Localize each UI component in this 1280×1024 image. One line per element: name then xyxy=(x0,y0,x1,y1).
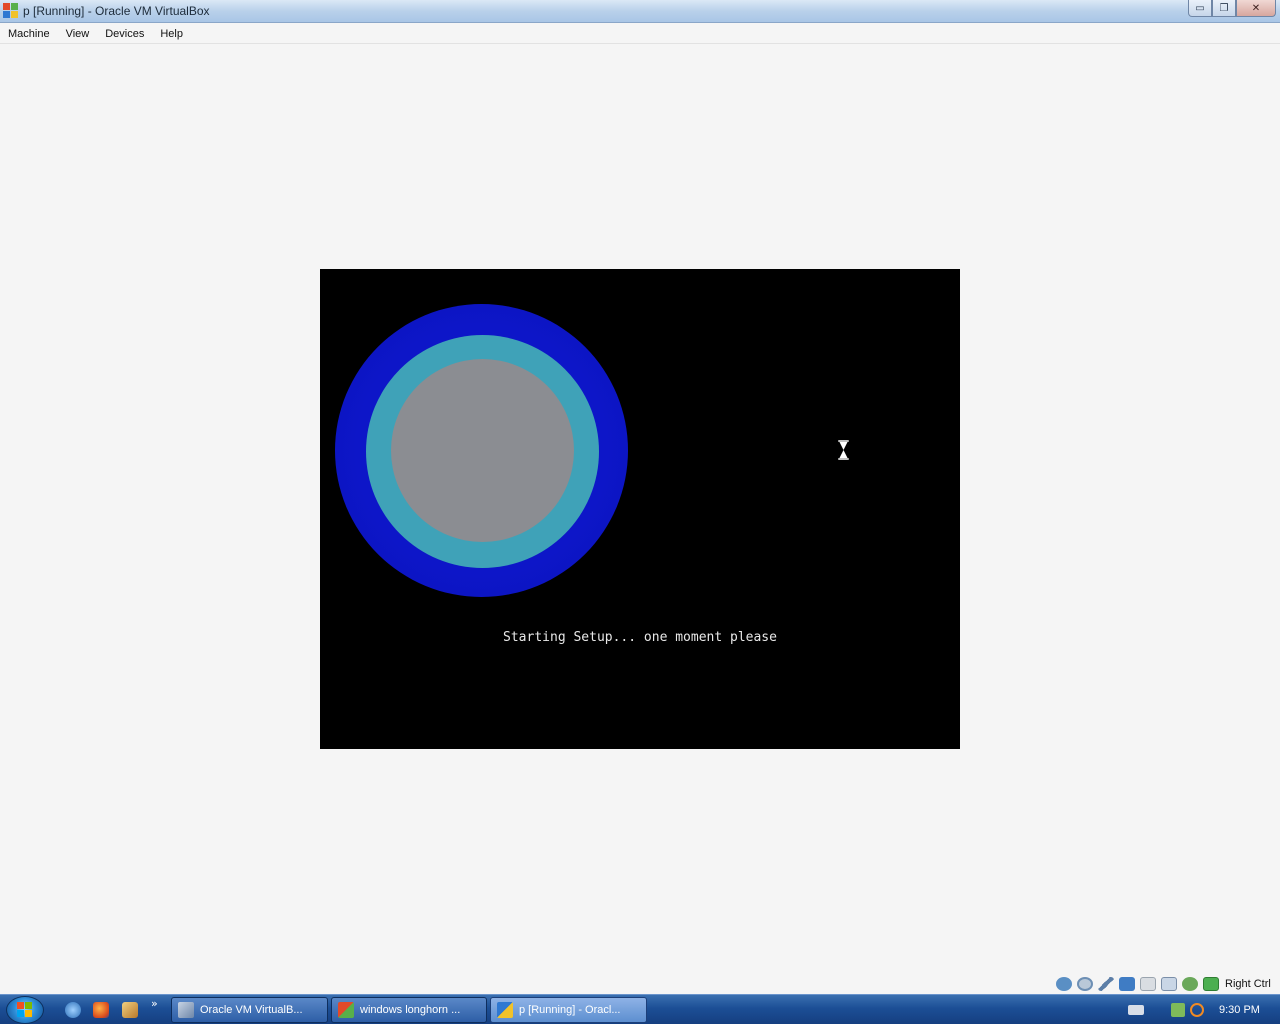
minimize-button[interactable]: ▭ xyxy=(1188,0,1212,17)
menu-devices[interactable]: Devices xyxy=(97,28,152,40)
menu-help[interactable]: Help xyxy=(152,28,191,40)
search-tray-icon[interactable] xyxy=(1190,1003,1204,1017)
browser-icon[interactable] xyxy=(65,1002,81,1018)
window-icon xyxy=(497,1002,513,1018)
hard-disk-icon[interactable] xyxy=(1056,977,1072,991)
quick-launch-more-button[interactable]: » xyxy=(151,997,158,1010)
boot-logo-inner-disc xyxy=(391,359,574,542)
usb-icon[interactable] xyxy=(1098,977,1114,991)
host-key-label: Right Ctrl xyxy=(1225,978,1271,990)
taskbar-clock[interactable]: 9:30 PM xyxy=(1219,1004,1260,1016)
hourglass-cursor-icon xyxy=(838,440,849,460)
virtualbox-window-icon[interactable] xyxy=(3,3,19,19)
keyboard-icon[interactable] xyxy=(1128,1005,1144,1015)
taskbar-button-label: windows longhorn ... xyxy=(360,1004,461,1016)
firefox-icon[interactable] xyxy=(93,1002,109,1018)
taskbar-button-virtualbox-manager[interactable]: Oracle VM VirtualB... xyxy=(171,997,328,1023)
taskbar-button-vm-running[interactable]: p [Running] - Oracl... xyxy=(490,997,647,1023)
display-icon[interactable] xyxy=(1161,977,1177,991)
network-icon[interactable] xyxy=(1119,977,1135,991)
taskbar-button-label: p [Running] - Oracl... xyxy=(519,1004,621,1016)
taskbar-button-windows-longhorn[interactable]: windows longhorn ... xyxy=(331,997,487,1023)
menu-machine[interactable]: Machine xyxy=(0,28,58,40)
start-button[interactable] xyxy=(6,996,44,1024)
window-title: p [Running] - Oracle VM VirtualBox xyxy=(23,4,210,18)
restore-button[interactable]: ❐ xyxy=(1212,0,1236,17)
close-button[interactable]: ✕ xyxy=(1236,0,1276,17)
mouse-integration-icon[interactable] xyxy=(1203,977,1219,991)
optical-drive-icon[interactable] xyxy=(1077,977,1093,991)
taskbar-button-label: Oracle VM VirtualB... xyxy=(200,1004,303,1016)
vm-display[interactable]: Starting Setup... one moment please xyxy=(320,269,960,749)
title-bar[interactable]: p [Running] - Oracle VM VirtualBox ▭ ❐ ✕ xyxy=(0,0,1280,23)
tool-icon[interactable] xyxy=(122,1002,138,1018)
vm-status-bar: Right Ctrl xyxy=(1056,975,1280,993)
setup-status-text: Starting Setup... one moment please xyxy=(503,630,777,645)
shared-folders-icon[interactable] xyxy=(1140,977,1156,991)
taskbar: » Oracle VM VirtualB... windows longhorn… xyxy=(0,994,1280,1024)
window-controls: ▭ ❐ ✕ xyxy=(1188,0,1276,17)
network-tray-icon[interactable] xyxy=(1171,1003,1185,1017)
window-icon xyxy=(338,1002,354,1018)
system-tray: 9:30 PM xyxy=(1128,995,1260,1024)
menu-view[interactable]: View xyxy=(58,28,98,40)
menu-bar: Machine View Devices Help xyxy=(0,24,1280,44)
virtualbox-icon xyxy=(178,1002,194,1018)
virtualization-icon[interactable] xyxy=(1182,977,1198,991)
windows-logo-icon xyxy=(17,1002,33,1018)
